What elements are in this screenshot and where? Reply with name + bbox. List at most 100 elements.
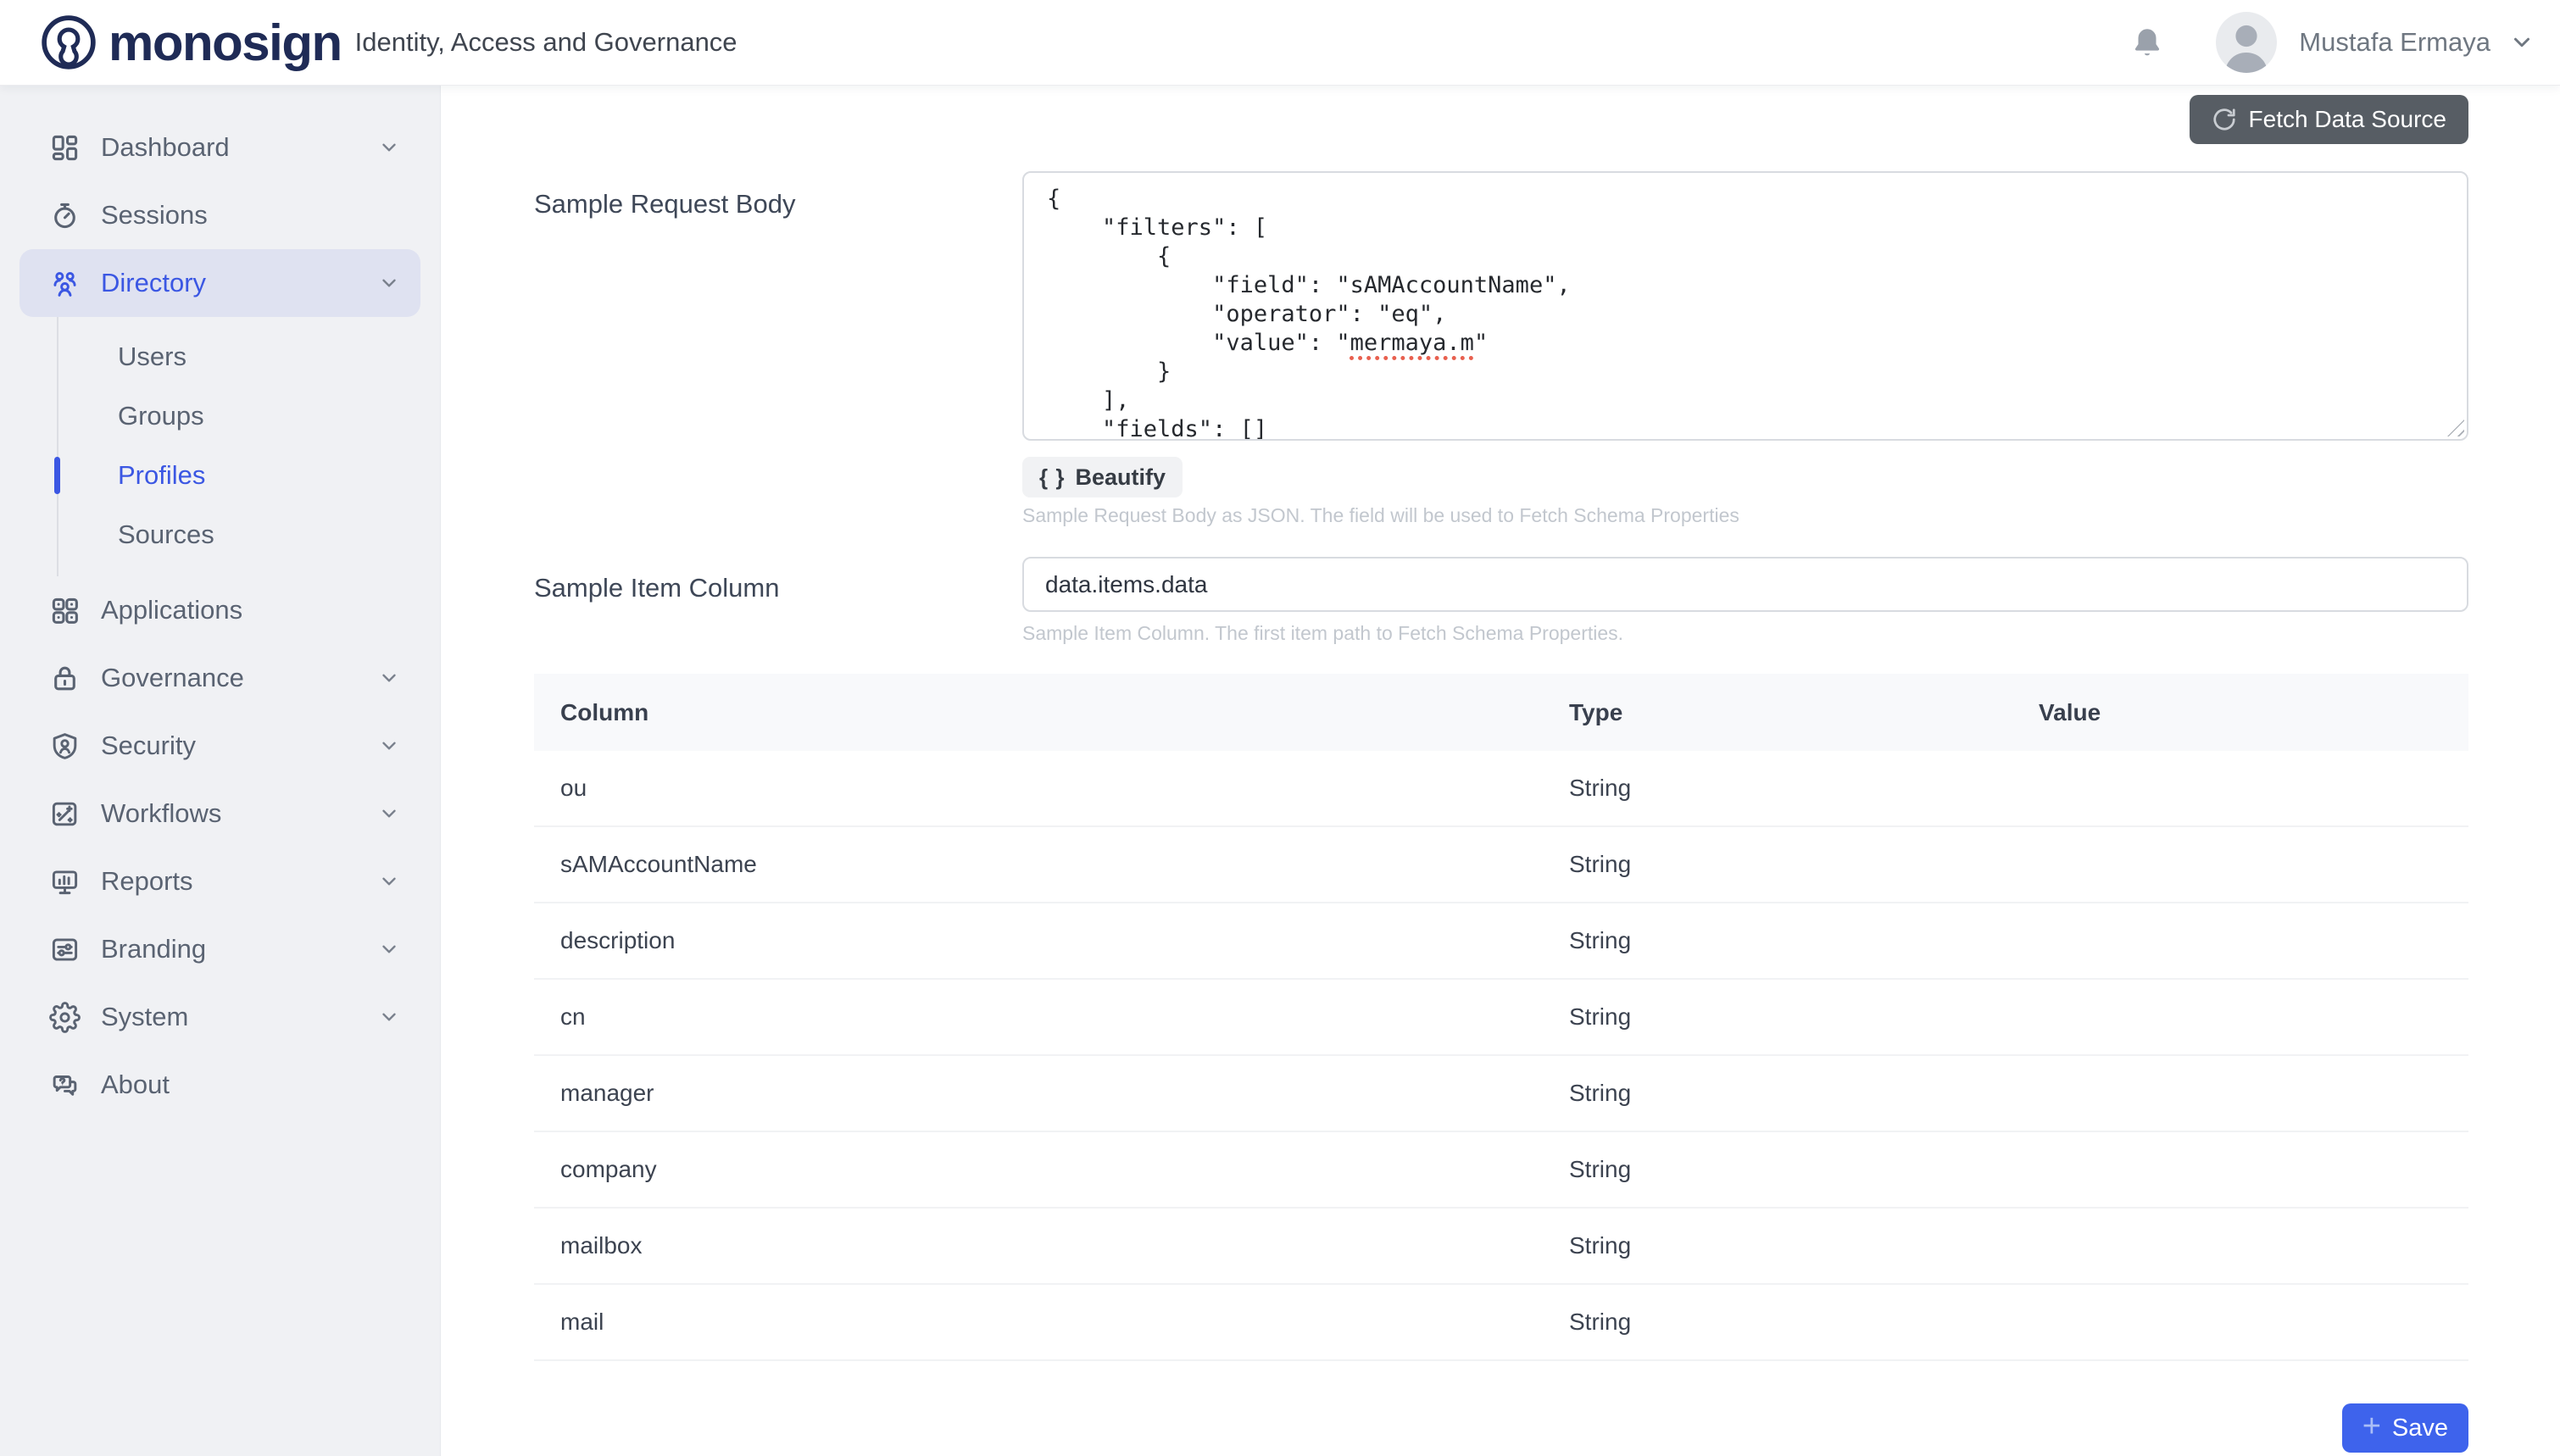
save-label: Save: [2392, 1414, 2448, 1442]
table-row: mailString: [534, 1285, 2468, 1361]
sidebar-item-dashboard[interactable]: Dashboard: [19, 114, 420, 181]
table-row: managerString: [534, 1056, 2468, 1132]
sidebar-item-label: Workflows: [101, 798, 221, 829]
sidebar-item-label: Profiles: [118, 460, 205, 491]
misspelled-word: mermaya.m: [1350, 330, 1474, 356]
type-cell: String: [1569, 851, 2039, 878]
sidebar-item-label: Users: [118, 342, 186, 372]
sample-request-body-editor[interactable]: { "filters": [ { "field": "sAMAccountNam…: [1022, 171, 2468, 441]
chevron-down-icon: [378, 803, 400, 825]
chevron-down-icon: [378, 870, 400, 892]
fetch-data-source-button[interactable]: Fetch Data Source: [2190, 95, 2468, 144]
sidebar-item-label: Sessions: [101, 200, 208, 231]
column-cell: sAMAccountName: [534, 851, 1569, 878]
sidebar-item-label: Branding: [101, 934, 206, 964]
sidebar-item-label: Applications: [101, 595, 242, 625]
sidebar-item-label: Directory: [101, 268, 206, 298]
chevron-down-icon: [378, 136, 400, 158]
column-cell: company: [534, 1156, 1569, 1183]
monosign-logo-icon: [41, 14, 97, 70]
table-row: sAMAccountNameString: [534, 827, 2468, 903]
sidebar-submenu-directory: Users Groups Profiles Sources: [57, 317, 440, 576]
chevron-down-icon: [378, 667, 400, 689]
sample-request-body-label: Sample Request Body: [534, 189, 795, 220]
sidebar-item-system[interactable]: System: [19, 983, 420, 1051]
column-cell: cn: [534, 1003, 1569, 1031]
sidebar-item-about[interactable]: About: [19, 1051, 420, 1119]
refresh-icon: [2212, 107, 2237, 132]
sidebar-item-groups[interactable]: Groups: [58, 386, 440, 446]
column-header: Column: [534, 699, 1569, 726]
column-cell: description: [534, 927, 1569, 954]
table-row: mailboxString: [534, 1209, 2468, 1285]
beautify-button[interactable]: { } Beautify: [1022, 457, 1183, 497]
sidebar-item-workflows[interactable]: Workflows: [19, 780, 420, 847]
table-row: ouString: [534, 751, 2468, 827]
branding-icon: [49, 934, 81, 965]
sidebar-item-governance[interactable]: Governance: [19, 644, 420, 712]
system-icon: [49, 1002, 81, 1033]
sidebar-item-users[interactable]: Users: [58, 327, 440, 386]
table-row: cnString: [534, 980, 2468, 1056]
braces-icon: { }: [1039, 464, 1065, 491]
sidebar-item-profiles[interactable]: Profiles: [58, 446, 440, 505]
sample-item-column-input[interactable]: [1022, 557, 2468, 612]
security-icon: [49, 731, 81, 762]
save-button[interactable]: + Save: [2342, 1403, 2468, 1453]
sidebar-item-reports[interactable]: Reports: [19, 847, 420, 915]
sidebar-item-label: Governance: [101, 663, 244, 693]
sidebar-item-label: Reports: [101, 866, 193, 897]
sidebar: Dashboard Sessions Directory Users Groups Pro…: [0, 85, 441, 1456]
table-body: ouStringsAMAccountNameStringdescriptionS…: [534, 751, 2468, 1361]
sidebar-item-label: Security: [101, 731, 196, 761]
table-row: companyString: [534, 1132, 2468, 1209]
sidebar-item-security[interactable]: Security: [19, 712, 420, 780]
fetch-data-source-label: Fetch Data Source: [2249, 106, 2446, 133]
chevron-down-icon: [378, 1006, 400, 1028]
user-name: Mustafa Ermaya: [2299, 27, 2490, 58]
notifications-bell-icon[interactable]: [2129, 25, 2165, 60]
type-cell: String: [1569, 1156, 2039, 1183]
sidebar-item-applications[interactable]: Applications: [19, 576, 420, 644]
dashboard-icon: [49, 132, 81, 164]
about-icon: [49, 1070, 81, 1101]
active-indicator: [54, 457, 60, 494]
brand: monosign Identity, Access and Governance: [41, 14, 737, 72]
sidebar-item-sources[interactable]: Sources: [58, 505, 440, 564]
sidebar-item-branding[interactable]: Branding: [19, 915, 420, 983]
type-cell: String: [1569, 927, 2039, 954]
sidebar-item-label: System: [101, 1002, 188, 1032]
column-cell: mailbox: [534, 1232, 1569, 1259]
column-cell: manager: [534, 1080, 1569, 1107]
main-content: Fetch Data Source Sample Request Body { …: [441, 85, 2560, 1456]
directory-icon: [49, 268, 81, 299]
sample-item-column-label: Sample Item Column: [534, 573, 779, 603]
type-cell: String: [1569, 775, 2039, 802]
sidebar-item-label: Groups: [118, 401, 204, 431]
reports-icon: [49, 866, 81, 897]
avatar: [2216, 12, 2277, 73]
sample-request-body-code: { "filters": [ { "field": "sAMAccountNam…: [1024, 173, 2467, 441]
sidebar-item-label: Sources: [118, 520, 214, 550]
sample-request-body-helper: Sample Request Body as JSON. The field w…: [1022, 504, 1739, 527]
type-cell: String: [1569, 1309, 2039, 1336]
sidebar-item-directory[interactable]: Directory: [19, 249, 420, 317]
brand-wordmark: monosign: [109, 14, 342, 72]
table-row: descriptionString: [534, 903, 2468, 980]
type-cell: String: [1569, 1232, 2039, 1259]
sidebar-item-label: Dashboard: [101, 132, 230, 163]
type-header: Type: [1569, 699, 2039, 726]
chevron-down-icon: [2509, 30, 2535, 55]
sidebar-item-label: About: [101, 1070, 170, 1100]
applications-icon: [49, 595, 81, 626]
app-header: monosign Identity, Access and Governance…: [0, 0, 2560, 85]
workflows-icon: [49, 798, 81, 830]
table-header-row: Column Type Value: [534, 674, 2468, 751]
chevron-down-icon: [378, 938, 400, 960]
sidebar-item-sessions[interactable]: Sessions: [19, 181, 420, 249]
chevron-down-icon: [378, 735, 400, 757]
column-cell: mail: [534, 1309, 1569, 1336]
user-menu[interactable]: Mustafa Ermaya: [2129, 12, 2535, 73]
beautify-label: Beautify: [1075, 464, 1166, 491]
chevron-down-icon: [378, 272, 400, 294]
